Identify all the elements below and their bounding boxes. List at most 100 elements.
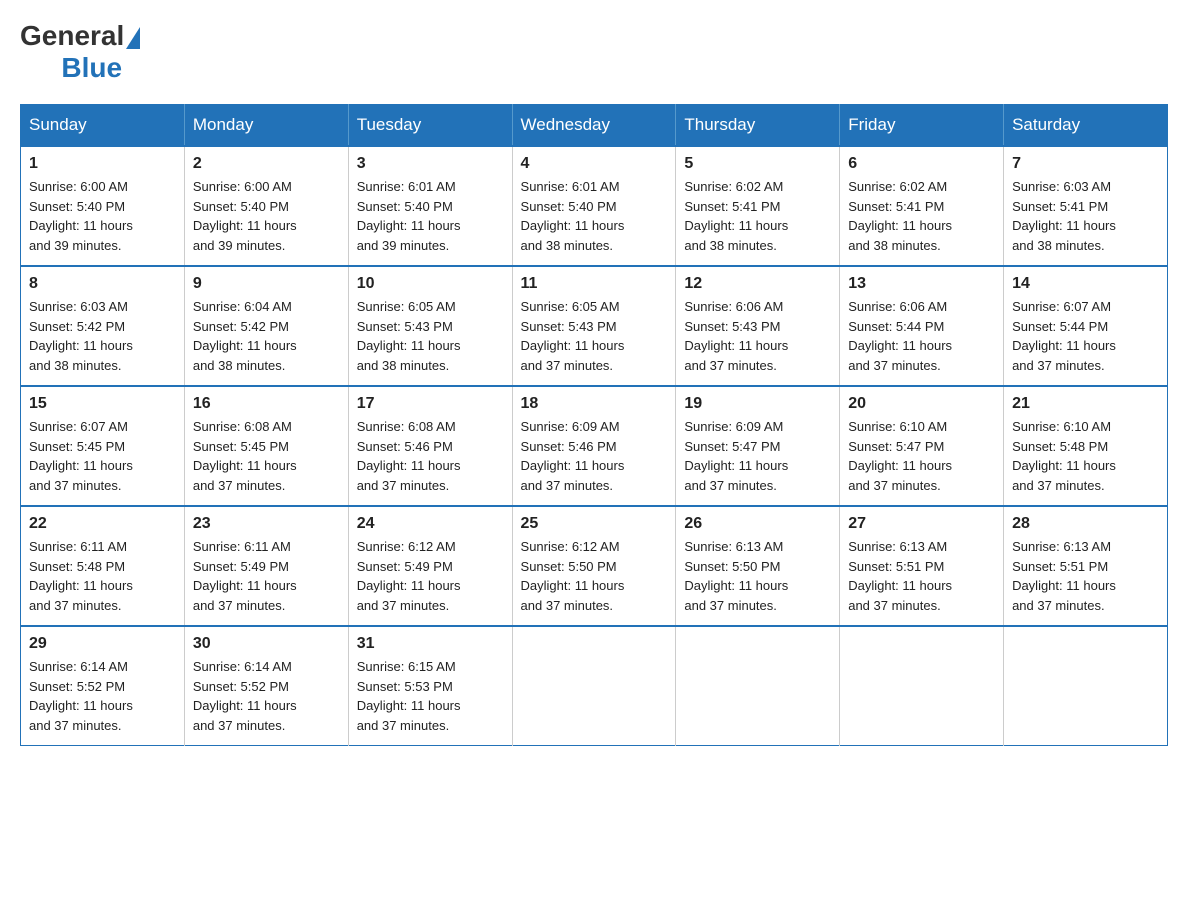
header-day-monday: Monday xyxy=(184,105,348,147)
calendar-cell: 11 Sunrise: 6:05 AMSunset: 5:43 PMDayligh… xyxy=(512,266,676,386)
calendar-cell: 21Sunrise: 6:10 AMSunset: 5:48 PMDayligh… xyxy=(1004,386,1168,506)
day-info: Sunrise: 6:04 AMSunset: 5:42 PMDaylight:… xyxy=(193,297,340,375)
calendar-cell: 19 Sunrise: 6:09 AMSunset: 5:47 PMDayligh… xyxy=(676,386,840,506)
day-number: 31 xyxy=(357,635,504,653)
day-info: Sunrise: 6:11 AMSunset: 5:48 PMDaylight:… xyxy=(29,537,176,615)
header-day-wednesday: Wednesday xyxy=(512,105,676,147)
calendar-cell: 18Sunrise: 6:09 AMSunset: 5:46 PMDayligh… xyxy=(512,386,676,506)
day-number: 17 xyxy=(357,395,504,413)
day-number: 20 xyxy=(848,395,995,413)
calendar-cell xyxy=(512,626,676,746)
day-info: Sunrise: 6:08 AMSunset: 5:45 PMDaylight:… xyxy=(193,417,340,495)
day-info: Sunrise: 6:00 AMSunset: 5:40 PMDaylight:… xyxy=(29,177,176,255)
day-info: Sunrise: 6:07 AMSunset: 5:45 PMDaylight:… xyxy=(29,417,176,495)
calendar-cell: 6 Sunrise: 6:02 AMSunset: 5:41 PMDaylight… xyxy=(840,146,1004,266)
calendar-cell: 15 Sunrise: 6:07 AMSunset: 5:45 PMDayligh… xyxy=(21,386,185,506)
calendar-week-2: 8 Sunrise: 6:03 AMSunset: 5:42 PMDaylight… xyxy=(21,266,1168,386)
calendar-cell: 30Sunrise: 6:14 AMSunset: 5:52 PMDayligh… xyxy=(184,626,348,746)
header-row: SundayMondayTuesdayWednesdayThursdayFrid… xyxy=(21,105,1168,147)
calendar-cell: 25 Sunrise: 6:12 AMSunset: 5:50 PMDayligh… xyxy=(512,506,676,626)
day-number: 24 xyxy=(357,515,504,533)
day-info: Sunrise: 6:12 AMSunset: 5:49 PMDaylight:… xyxy=(357,537,504,615)
calendar-cell: 28Sunrise: 6:13 AMSunset: 5:51 PMDayligh… xyxy=(1004,506,1168,626)
day-info: Sunrise: 6:15 AMSunset: 5:53 PMDaylight:… xyxy=(357,657,504,735)
day-info: Sunrise: 6:07 AMSunset: 5:44 PMDaylight:… xyxy=(1012,297,1159,375)
day-number: 11 xyxy=(521,275,668,293)
day-number: 9 xyxy=(193,275,340,293)
calendar-cell: 7 Sunrise: 6:03 AMSunset: 5:41 PMDaylight… xyxy=(1004,146,1168,266)
day-number: 19 xyxy=(684,395,831,413)
calendar-cell: 10Sunrise: 6:05 AMSunset: 5:43 PMDayligh… xyxy=(348,266,512,386)
logo-general-text: General xyxy=(20,20,124,52)
calendar-cell: 29 Sunrise: 6:14 AMSunset: 5:52 PMDayligh… xyxy=(21,626,185,746)
calendar-cell: 27 Sunrise: 6:13 AMSunset: 5:51 PMDayligh… xyxy=(840,506,1004,626)
header-day-sunday: Sunday xyxy=(21,105,185,147)
calendar-week-4: 22Sunrise: 6:11 AMSunset: 5:48 PMDayligh… xyxy=(21,506,1168,626)
day-info: Sunrise: 6:12 AMSunset: 5:50 PMDaylight:… xyxy=(521,537,668,615)
calendar-cell: 8 Sunrise: 6:03 AMSunset: 5:42 PMDaylight… xyxy=(21,266,185,386)
day-number: 23 xyxy=(193,515,340,533)
day-number: 14 xyxy=(1012,275,1159,293)
calendar-cell: 22Sunrise: 6:11 AMSunset: 5:48 PMDayligh… xyxy=(21,506,185,626)
day-info: Sunrise: 6:09 AMSunset: 5:46 PMDaylight:… xyxy=(521,417,668,495)
day-info: Sunrise: 6:06 AMSunset: 5:43 PMDaylight:… xyxy=(684,297,831,375)
day-info: Sunrise: 6:14 AMSunset: 5:52 PMDaylight:… xyxy=(29,657,176,735)
calendar-cell: 20 Sunrise: 6:10 AMSunset: 5:47 PMDayligh… xyxy=(840,386,1004,506)
calendar-cell: 2Sunrise: 6:00 AMSunset: 5:40 PMDaylight… xyxy=(184,146,348,266)
day-info: Sunrise: 6:01 AMSunset: 5:40 PMDaylight:… xyxy=(357,177,504,255)
day-info: Sunrise: 6:10 AMSunset: 5:47 PMDaylight:… xyxy=(848,417,995,495)
day-number: 6 xyxy=(848,155,995,173)
day-number: 12 xyxy=(684,275,831,293)
header-day-saturday: Saturday xyxy=(1004,105,1168,147)
calendar-cell: 12 Sunrise: 6:06 AMSunset: 5:43 PMDayligh… xyxy=(676,266,840,386)
header-day-friday: Friday xyxy=(840,105,1004,147)
day-number: 10 xyxy=(357,275,504,293)
day-number: 26 xyxy=(684,515,831,533)
calendar-cell: 4 Sunrise: 6:01 AMSunset: 5:40 PMDaylight… xyxy=(512,146,676,266)
day-number: 7 xyxy=(1012,155,1159,173)
day-info: Sunrise: 6:00 AMSunset: 5:40 PMDaylight:… xyxy=(193,177,340,255)
calendar-cell: 31 Sunrise: 6:15 AMSunset: 5:53 PMDayligh… xyxy=(348,626,512,746)
day-info: Sunrise: 6:02 AMSunset: 5:41 PMDaylight:… xyxy=(848,177,995,255)
day-number: 5 xyxy=(684,155,831,173)
day-number: 4 xyxy=(521,155,668,173)
day-number: 13 xyxy=(848,275,995,293)
calendar-cell: 14 Sunrise: 6:07 AMSunset: 5:44 PMDayligh… xyxy=(1004,266,1168,386)
day-info: Sunrise: 6:03 AMSunset: 5:41 PMDaylight:… xyxy=(1012,177,1159,255)
calendar-body: 1 Sunrise: 6:00 AMSunset: 5:40 PMDaylight… xyxy=(21,146,1168,746)
calendar-cell: 26Sunrise: 6:13 AMSunset: 5:50 PMDayligh… xyxy=(676,506,840,626)
calendar-header: SundayMondayTuesdayWednesdayThursdayFrid… xyxy=(21,105,1168,147)
calendar-cell: 16Sunrise: 6:08 AMSunset: 5:45 PMDayligh… xyxy=(184,386,348,506)
calendar-cell: 1 Sunrise: 6:00 AMSunset: 5:40 PMDaylight… xyxy=(21,146,185,266)
day-number: 8 xyxy=(29,275,176,293)
day-number: 29 xyxy=(29,635,176,653)
calendar-cell xyxy=(1004,626,1168,746)
calendar-week-1: 1 Sunrise: 6:00 AMSunset: 5:40 PMDaylight… xyxy=(21,146,1168,266)
day-number: 15 xyxy=(29,395,176,413)
logo: General Ge Blue xyxy=(20,20,140,84)
day-info: Sunrise: 6:13 AMSunset: 5:51 PMDaylight:… xyxy=(1012,537,1159,615)
logo-triangle-icon xyxy=(126,27,140,49)
header-day-tuesday: Tuesday xyxy=(348,105,512,147)
day-info: Sunrise: 6:13 AMSunset: 5:51 PMDaylight:… xyxy=(848,537,995,615)
day-info: Sunrise: 6:14 AMSunset: 5:52 PMDaylight:… xyxy=(193,657,340,735)
day-info: Sunrise: 6:03 AMSunset: 5:42 PMDaylight:… xyxy=(29,297,176,375)
calendar-cell xyxy=(840,626,1004,746)
day-number: 27 xyxy=(848,515,995,533)
calendar-cell: 13Sunrise: 6:06 AMSunset: 5:44 PMDayligh… xyxy=(840,266,1004,386)
day-number: 1 xyxy=(29,155,176,173)
day-info: Sunrise: 6:08 AMSunset: 5:46 PMDaylight:… xyxy=(357,417,504,495)
calendar-cell: 24 Sunrise: 6:12 AMSunset: 5:49 PMDayligh… xyxy=(348,506,512,626)
day-number: 25 xyxy=(521,515,668,533)
header-day-thursday: Thursday xyxy=(676,105,840,147)
day-info: Sunrise: 6:11 AMSunset: 5:49 PMDaylight:… xyxy=(193,537,340,615)
calendar-cell: 23 Sunrise: 6:11 AMSunset: 5:49 PMDayligh… xyxy=(184,506,348,626)
calendar-cell: 3Sunrise: 6:01 AMSunset: 5:40 PMDaylight… xyxy=(348,146,512,266)
calendar-cell: 17 Sunrise: 6:08 AMSunset: 5:46 PMDayligh… xyxy=(348,386,512,506)
calendar-cell: 5Sunrise: 6:02 AMSunset: 5:41 PMDaylight… xyxy=(676,146,840,266)
page-header: General Ge Blue xyxy=(20,20,1168,84)
logo-blue-text: Blue xyxy=(61,52,122,84)
day-info: Sunrise: 6:05 AMSunset: 5:43 PMDaylight:… xyxy=(521,297,668,375)
day-info: Sunrise: 6:09 AMSunset: 5:47 PMDaylight:… xyxy=(684,417,831,495)
day-info: Sunrise: 6:01 AMSunset: 5:40 PMDaylight:… xyxy=(521,177,668,255)
